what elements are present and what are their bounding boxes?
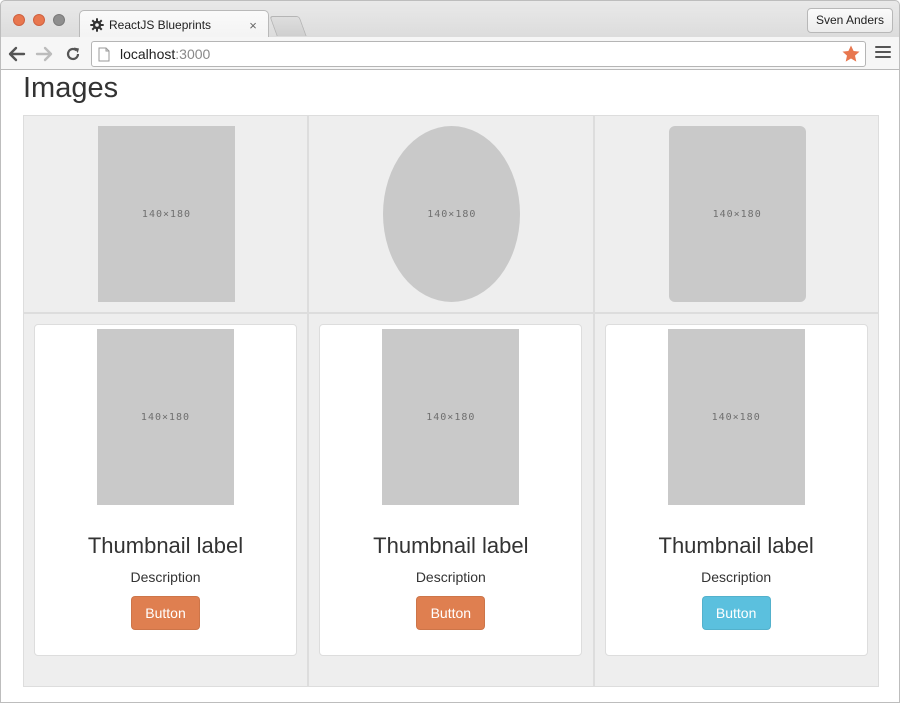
image-row: 140×180 140×180 140×180	[23, 115, 879, 313]
thumbnail-label: Thumbnail label	[658, 533, 814, 558]
url-port: :3000	[175, 46, 211, 62]
thumbnail-cell: 140×180 Thumbnail label Description Butt…	[23, 313, 309, 687]
url-host: localhost	[120, 46, 176, 62]
thumbnail-row: 140×180 Thumbnail label Description Butt…	[23, 313, 879, 687]
browser-titlebar: ReactJS Blueprints × Sven Anders	[0, 0, 900, 39]
tab-title: ReactJS Blueprints	[109, 18, 212, 32]
forward-arrow-icon[interactable]	[34, 44, 54, 64]
thumbnail-button[interactable]: Button	[131, 596, 200, 630]
page-icon	[98, 47, 110, 61]
page-title: Images	[23, 72, 119, 104]
profile-button[interactable]: Sven Anders	[806, 8, 893, 33]
thumbnail-caption: Thumbnail label Description Button	[606, 533, 867, 630]
new-tab-button[interactable]	[269, 16, 307, 36]
image-cell: 140×180	[593, 115, 879, 313]
back-arrow-icon[interactable]	[7, 44, 27, 64]
thumbnail-card: 140×180 Thumbnail label Description Butt…	[34, 324, 297, 656]
thumbnail-description: Description	[701, 569, 772, 585]
thumbnail-label: Thumbnail label	[373, 533, 529, 558]
thumbnail-label: Thumbnail label	[87, 533, 244, 558]
image-cell: 140×180	[308, 115, 594, 313]
thumbnail-image: 140×180	[667, 329, 805, 505]
address-bar[interactable]: localhost:3000	[91, 41, 866, 67]
thumbnail-image: 140×180	[382, 329, 520, 505]
thumbnail-cell: 140×180 Thumbnail label Description Butt…	[593, 313, 879, 687]
browser-toolbar: localhost:3000	[0, 37, 900, 70]
thumbnail-caption: Thumbnail label Description Button	[35, 533, 296, 630]
image-placeholder-circle: 140×180	[383, 126, 521, 302]
thumbnail-image: 140×180	[97, 329, 234, 505]
thumbnail-description: Description	[415, 569, 486, 585]
image-placeholder-rectangle: 140×180	[98, 126, 235, 302]
tab-close-icon[interactable]: ×	[246, 18, 260, 33]
image-grid: 140×180 140×180 140×180 140×180 Thumbnai…	[23, 115, 879, 687]
thumbnail-caption: Thumbnail label Description Button	[320, 533, 581, 630]
menu-icon[interactable]	[875, 46, 891, 60]
window-minimize-button[interactable]	[33, 14, 45, 26]
reload-icon[interactable]	[63, 44, 83, 64]
image-cell: 140×180	[23, 115, 309, 313]
thumbnail-card: 140×180 Thumbnail label Description Butt…	[319, 324, 583, 656]
thumbnail-button[interactable]: Button	[416, 596, 486, 630]
window-close-button[interactable]	[13, 14, 25, 26]
page-content: Images 140×180 140×180 140×180 140×180 T…	[0, 70, 900, 703]
browser-tab[interactable]: ReactJS Blueprints ×	[79, 10, 269, 39]
image-placeholder-rounded: 140×180	[668, 126, 806, 302]
bookmark-star-icon[interactable]	[841, 44, 861, 64]
thumbnail-card: 140×180 Thumbnail label Description Butt…	[604, 324, 868, 656]
gear-icon	[90, 18, 104, 32]
thumbnail-description: Description	[130, 569, 201, 585]
thumbnail-cell: 140×180 Thumbnail label Description Butt…	[308, 313, 594, 687]
window-zoom-button[interactable]	[53, 14, 65, 26]
thumbnail-button[interactable]: Button	[701, 596, 771, 630]
